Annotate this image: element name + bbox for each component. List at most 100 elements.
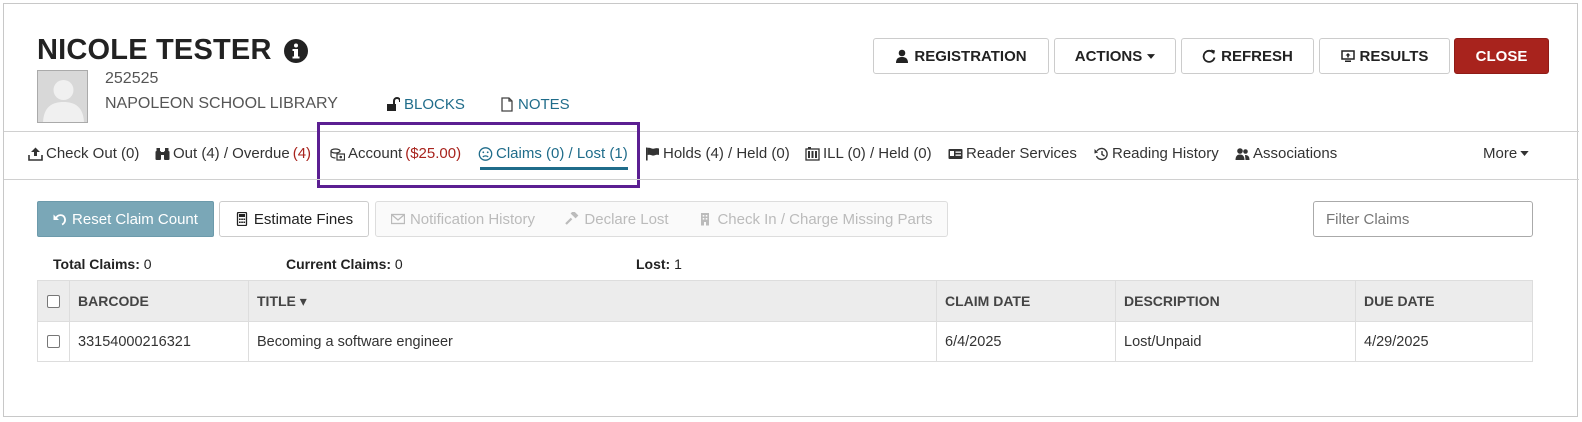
tab-overdue-count: (4) (292, 145, 312, 162)
frown-face-icon (478, 146, 493, 161)
cell-description: Lost/Unpaid (1116, 322, 1356, 361)
notes-label: NOTES (518, 96, 570, 113)
declare-lost-button[interactable]: Declare Lost (550, 201, 685, 237)
upload-icon (28, 147, 43, 161)
library-building-icon (805, 146, 820, 161)
current-claims-value: 0 (394, 256, 403, 272)
caret-down-icon (1147, 53, 1156, 59)
building-icon (701, 213, 710, 226)
total-claims-stat: Total Claims: 0 (53, 256, 152, 272)
flag-icon (646, 147, 659, 160)
table-header-row: BARCODE TITLE ▾ CLAIM DATE DESCRIPTION D… (38, 281, 1532, 322)
column-header-title[interactable]: TITLE ▾ (249, 281, 937, 321)
current-claims-label: Current Claims: (286, 256, 392, 272)
tab-reading-history[interactable]: Reading History (1094, 145, 1219, 162)
current-claims-stat: Current Claims: 0 (286, 256, 403, 272)
column-header-claim-date[interactable]: CLAIM DATE (937, 281, 1116, 321)
patron-name: NICOLE TESTER (37, 34, 272, 66)
lost-stat: Lost: 1 (636, 256, 682, 272)
tab-associations[interactable]: Associations (1235, 145, 1337, 162)
tab-ill-label: ILL (0) / Held (0) (823, 145, 932, 162)
total-claims-label: Total Claims: (53, 256, 140, 272)
cell-title: Becoming a software engineer (249, 322, 937, 361)
notes-link[interactable]: NOTES (500, 96, 570, 113)
active-tab-underline (480, 167, 628, 170)
refresh-icon (1202, 49, 1216, 63)
row-select-cell (38, 322, 70, 361)
tab-reader-services[interactable]: Reader Services (948, 145, 1077, 162)
id-card-icon (948, 148, 963, 159)
tab-account-label: Account (348, 145, 403, 162)
filter-claims-input[interactable] (1313, 201, 1533, 237)
select-all-checkbox[interactable] (47, 294, 60, 308)
tab-holds-label: Holds (4) / Held (0) (663, 145, 790, 162)
calculator-icon (236, 212, 248, 226)
tab-account-balance: ($25.00) (405, 145, 462, 162)
tab-claims-lost[interactable]: Claims (0) / Lost (1) (478, 145, 628, 170)
claims-table: BARCODE TITLE ▾ CLAIM DATE DESCRIPTION D… (37, 280, 1533, 362)
money-icon (330, 147, 345, 161)
gavel-icon (565, 212, 579, 225)
patron-name-heading: NICOLE TESTER (37, 34, 308, 67)
person-silhouette-icon (43, 80, 84, 122)
estimate-fines-label: Estimate Fines (253, 210, 354, 228)
blocks-link[interactable]: BLOCKS (386, 96, 465, 113)
column-header-barcode[interactable]: BARCODE (70, 281, 249, 321)
tab-associations-label: Associations (1253, 145, 1338, 162)
actions-label: ACTIONS (1074, 47, 1143, 65)
tab-holds[interactable]: Holds (4) / Held (0) (645, 145, 790, 162)
patron-library: NAPOLEON SCHOOL LIBRARY (105, 95, 338, 112)
envelope-icon (390, 213, 405, 225)
tab-check-out[interactable]: Check Out (0) (28, 145, 139, 162)
document-icon (501, 97, 513, 112)
notification-history-button[interactable]: Notification History (375, 201, 551, 237)
close-label: CLOSE (1475, 47, 1528, 65)
lost-label: Lost: (636, 256, 671, 272)
caret-down-icon (1520, 151, 1529, 156)
cell-barcode: 33154000216321 (70, 322, 249, 361)
tab-more-dropdown[interactable]: More (1483, 145, 1529, 162)
tab-more-label: More (1483, 145, 1518, 162)
select-all-cell (38, 281, 70, 321)
refresh-label: REFRESH (1221, 47, 1293, 65)
tab-check-out-label: Check Out (0) (46, 145, 140, 162)
unlock-icon (387, 97, 400, 111)
column-header-description[interactable]: DESCRIPTION (1116, 281, 1356, 321)
cell-claim-date: 6/4/2025 (937, 322, 1116, 361)
tab-ill[interactable]: ILL (0) / Held (0) (805, 145, 932, 162)
reset-claim-count-button[interactable]: Reset Claim Count (37, 201, 214, 237)
users-icon (1235, 147, 1250, 160)
info-icon[interactable] (283, 38, 308, 63)
cell-due-date: 4/29/2025 (1364, 333, 1429, 350)
refresh-button[interactable]: REFRESH (1181, 38, 1314, 74)
row-checkbox[interactable] (47, 335, 60, 348)
tab-out-label: Out (4) / Overdue (173, 145, 290, 162)
table-row[interactable]: 33154000216321 Becoming a software engin… (38, 322, 1532, 361)
close-button[interactable]: CLOSE (1454, 38, 1549, 74)
check-in-charge-missing-parts-button[interactable]: Check In / Charge Missing Parts (684, 201, 948, 237)
tab-account[interactable]: Account ($25.00) (330, 145, 461, 162)
tab-reading-history-label: Reading History (1112, 145, 1219, 162)
tab-bar-top-divider (4, 131, 1579, 132)
estimate-fines-button[interactable]: Estimate Fines (219, 201, 369, 237)
results-label: RESULTS (1359, 47, 1429, 65)
registration-button[interactable]: REGISTRATION (873, 38, 1049, 74)
total-claims-value: 0 (143, 256, 152, 272)
notification-history-label: Notification History (409, 210, 536, 228)
tab-claims-label: Claims (0) / Lost (1) (496, 145, 628, 162)
tab-bar-bottom-divider (4, 179, 1579, 180)
declare-lost-label: Declare Lost (584, 210, 669, 228)
binoculars-icon (155, 147, 170, 160)
lost-value: 1 (674, 256, 682, 272)
avatar (37, 70, 88, 123)
actions-dropdown-button[interactable]: ACTIONS (1054, 38, 1176, 74)
blocks-label: BLOCKS (404, 96, 465, 113)
tab-out-overdue[interactable]: Out (4) / Overdue (4) (155, 145, 311, 162)
patron-barcode: 252525 (105, 70, 159, 87)
tab-reader-services-label: Reader Services (966, 145, 1077, 162)
results-button[interactable]: RESULTS (1319, 38, 1450, 74)
user-icon (896, 49, 909, 63)
patron-record-window: NICOLE TESTER 252525 NAPOLEON SCHOOL LIB… (3, 3, 1579, 417)
share-screen-icon (1340, 50, 1355, 62)
column-header-due-date[interactable]: DUE DATE (1356, 281, 1532, 321)
